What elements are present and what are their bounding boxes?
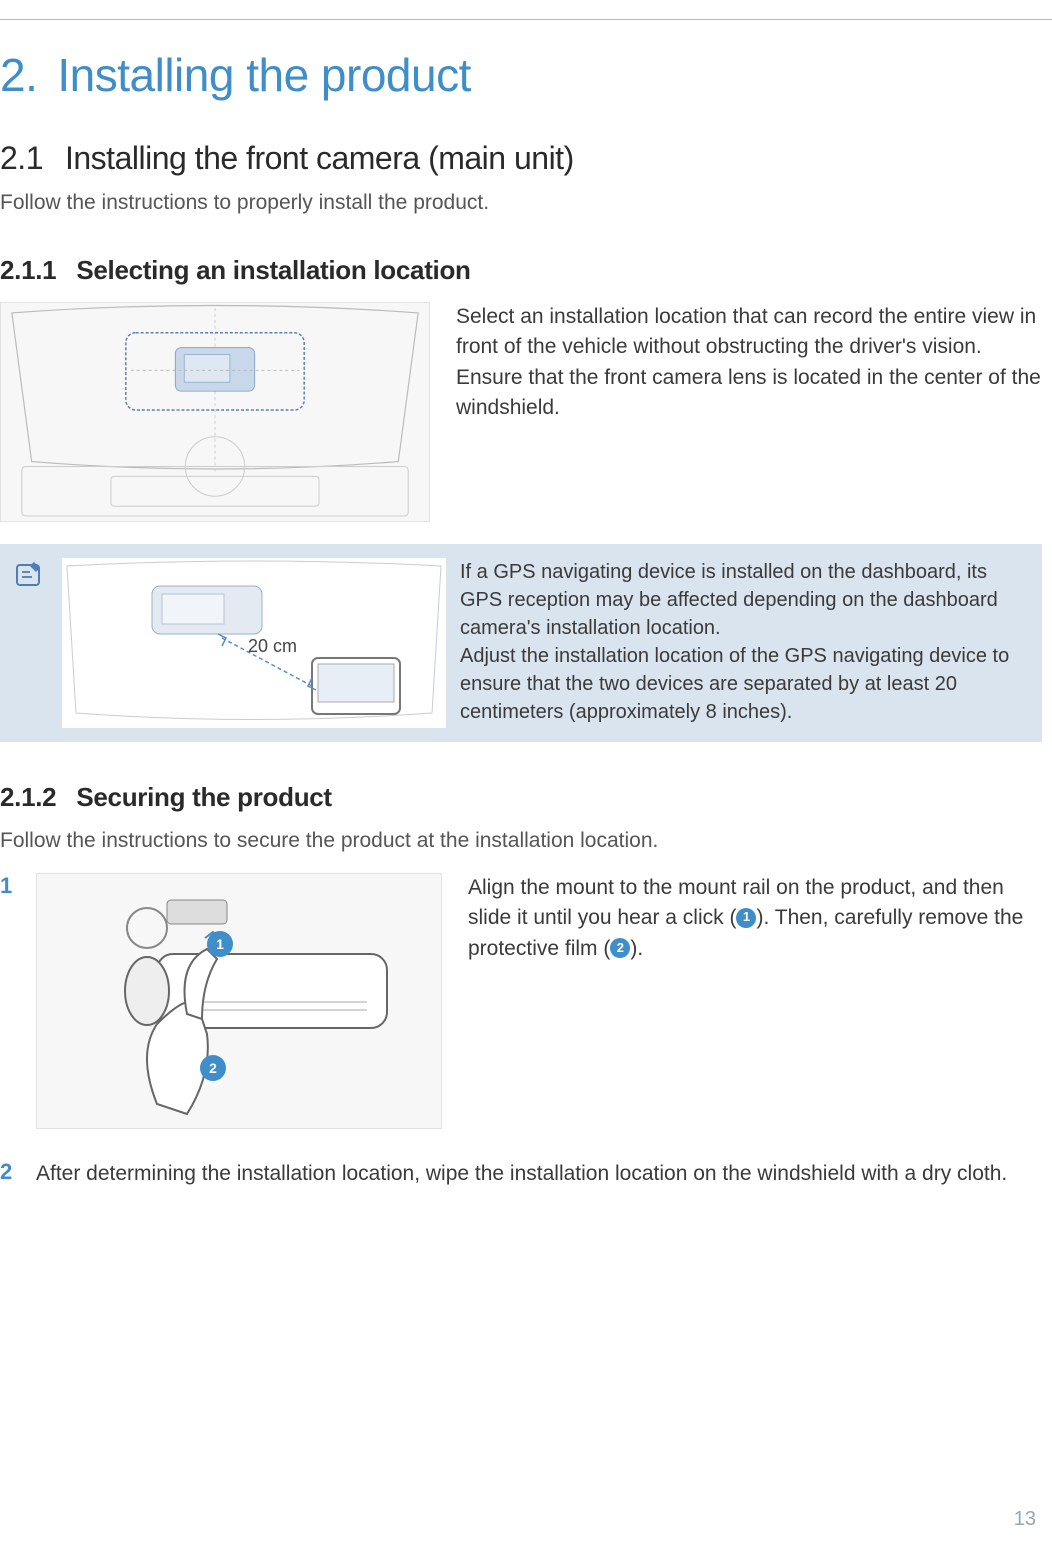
gps-note-text: If a GPS navigating device is installed … <box>460 558 1024 728</box>
subsection-212-number: 2.1.2 <box>0 782 56 812</box>
windshield-illustration <box>0 302 430 522</box>
section-title: Installing the front camera (main unit) <box>65 140 574 176</box>
subsection-211-heading: 2.1.1 Selecting an installation location <box>0 255 1042 286</box>
page-number: 13 <box>1014 1508 1036 1531</box>
section-intro: Follow the instructions to properly inst… <box>0 191 1042 215</box>
note-icon <box>14 558 48 728</box>
section-heading: 2.1 Installing the front camera (main uni… <box>0 140 1042 177</box>
subsection-211-number: 2.1.1 <box>0 255 56 285</box>
gps-note-line1: If a GPS navigating device is installed … <box>460 561 998 639</box>
step-1-text: Align the mount to the mount rail on the… <box>450 873 1042 1129</box>
callout-1-icon: 1 <box>736 908 756 928</box>
subsection-211-title: Selecting an installation location <box>76 255 470 285</box>
step-1-text-c: ). <box>630 937 643 960</box>
gps-note-line2: Adjust the installation location of the … <box>460 645 1009 723</box>
subsection-212-intro: Follow the instructions to secure the pr… <box>0 829 1042 853</box>
subsection-212-title: Securing the product <box>76 782 331 812</box>
gps-distance-illustration: 20 cm <box>62 558 446 728</box>
chapter-title: Installing the product <box>57 49 471 101</box>
svg-text:2: 2 <box>209 1060 217 1076</box>
callout-2-icon: 2 <box>610 938 630 958</box>
step-2-number: 2 <box>0 1159 28 1189</box>
page-top-rule <box>0 0 1052 20</box>
subsection-212-heading: 2.1.2 Securing the product <box>0 782 1042 813</box>
gps-note-box: 20 cm If a GPS navigating device is inst… <box>0 544 1042 742</box>
mount-illustration: 1 2 <box>36 873 442 1129</box>
chapter-number: 2. <box>0 49 37 101</box>
step-1-number: 1 <box>0 873 28 1129</box>
subsection-211-description: Select an installation location that can… <box>456 302 1042 522</box>
distance-label: 20 cm <box>248 636 297 657</box>
section-number: 2.1 <box>0 140 43 176</box>
chapter-heading: 2. Installing the product <box>0 48 1042 102</box>
step-2-text: After determining the installation locat… <box>36 1159 1042 1189</box>
